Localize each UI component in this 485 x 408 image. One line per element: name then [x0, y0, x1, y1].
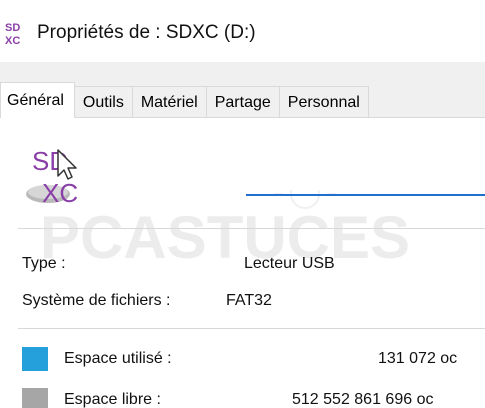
tab-customize[interactable]: Personnal — [278, 86, 369, 118]
free-space-value: 512 552 861 696 oc — [292, 391, 434, 408]
free-space-label: Espace libre : — [64, 391, 161, 408]
tab-row: Général Outils Matériel Partage Personna… — [0, 82, 369, 118]
used-space-label: Espace utilisé : — [64, 350, 172, 367]
type-value: Lecteur USB — [244, 255, 335, 272]
free-space-swatch — [22, 388, 48, 408]
watermark-text: PCASTUCES — [40, 204, 410, 270]
tab-hardware[interactable]: Matériel — [131, 86, 207, 118]
used-space-value: 131 072 oc — [378, 350, 458, 367]
sdxc-drive-icon: SD XC — [5, 22, 20, 46]
separator-2 — [18, 328, 485, 329]
title-bar: SD XC Propriétés de : SDXC (D:) — [0, 0, 485, 62]
window-title: Propriétés de : SDXC (D:) — [37, 22, 256, 43]
filesystem-label: Système de fichiers : — [22, 292, 171, 309]
svg-text:XC: XC — [42, 178, 78, 208]
used-space-swatch — [22, 347, 48, 371]
tab-sharing[interactable]: Partage — [205, 86, 280, 118]
tab-strip: Général Outils Matériel Partage Personna… — [0, 62, 485, 118]
tab-general[interactable]: Général — [0, 82, 75, 118]
separator-1 — [18, 228, 485, 229]
drive-name-input[interactable] — [246, 160, 485, 196]
properties-window: SD XC Propriétés de : SDXC (D:) Général … — [0, 0, 485, 408]
filesystem-value: FAT32 — [226, 292, 272, 309]
general-panel: SD XC PCASTUCES Type : Lecteur USB Systè… — [0, 117, 485, 408]
sdxc-card-icon: SD XC — [26, 146, 78, 208]
tab-tools[interactable]: Outils — [73, 86, 133, 118]
svg-text:XC: XC — [5, 35, 20, 46]
type-label: Type : — [22, 255, 66, 272]
svg-text:SD: SD — [5, 22, 20, 34]
